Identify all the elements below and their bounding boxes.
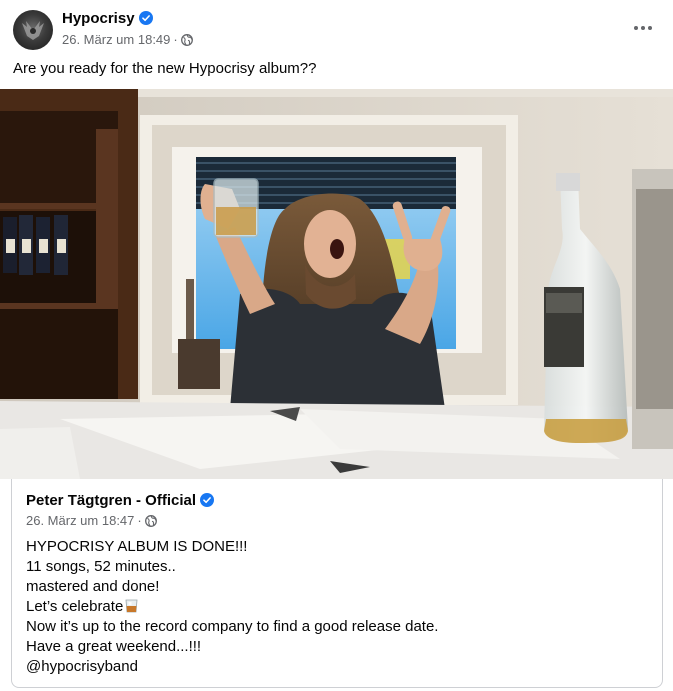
post-meta: 26. März um 18:49 · bbox=[62, 32, 193, 47]
shared-author-link[interactable]: Peter Tägtgren - Official bbox=[26, 492, 215, 509]
shared-post-timestamp[interactable]: 26. März um 18:47 bbox=[26, 513, 134, 528]
globe-icon bbox=[180, 33, 193, 46]
shared-line: HYPOCRISY ALBUM IS DONE!!! bbox=[26, 538, 248, 555]
shared-line: mastered and done! bbox=[26, 578, 160, 595]
celebration-photo bbox=[0, 89, 673, 479]
post-header: Hypocrisy 26. März um 18:49 · bbox=[0, 0, 673, 56]
shared-line: Have a great weekend...!!! bbox=[26, 638, 202, 655]
shared-line: Now it’s up to the record company to fin… bbox=[26, 618, 439, 635]
more-options-button[interactable] bbox=[629, 14, 657, 42]
page-avatar[interactable] bbox=[13, 10, 53, 50]
shared-post-card[interactable]: Peter Tägtgren - Official 26. März um 18… bbox=[11, 479, 663, 688]
post-photo[interactable] bbox=[0, 89, 673, 479]
post-timestamp[interactable]: 26. März um 18:49 bbox=[62, 32, 170, 47]
globe-icon bbox=[144, 514, 157, 527]
verified-badge-icon bbox=[138, 11, 153, 25]
shared-post-meta: 26. März um 18:47 · bbox=[26, 513, 157, 528]
shared-line-celebrate: Let’s celebrate bbox=[26, 597, 438, 617]
whisky-glass-icon bbox=[125, 599, 138, 613]
page-name[interactable]: Hypocrisy bbox=[62, 10, 135, 27]
page-name-link[interactable]: Hypocrisy bbox=[62, 10, 153, 27]
post-text: Are you ready for the new Hypocrisy albu… bbox=[13, 60, 317, 77]
more-dot-icon bbox=[641, 26, 645, 30]
meta-separator: · bbox=[173, 32, 178, 47]
meta-separator: · bbox=[137, 513, 142, 528]
shared-mention-link[interactable]: @hypocrisyband bbox=[26, 657, 438, 677]
hypocrisy-logo-icon bbox=[22, 21, 44, 40]
shared-line: 11 songs, 52 minutes.. bbox=[26, 558, 176, 575]
shared-post-text: HYPOCRISY ALBUM IS DONE!!! 11 songs, 52 … bbox=[26, 537, 438, 677]
more-dot-icon bbox=[648, 26, 652, 30]
shared-author-name[interactable]: Peter Tägtgren - Official bbox=[26, 492, 196, 509]
more-dot-icon bbox=[634, 26, 638, 30]
shared-line: Let’s celebrate bbox=[26, 598, 124, 615]
verified-badge-icon bbox=[200, 493, 215, 507]
